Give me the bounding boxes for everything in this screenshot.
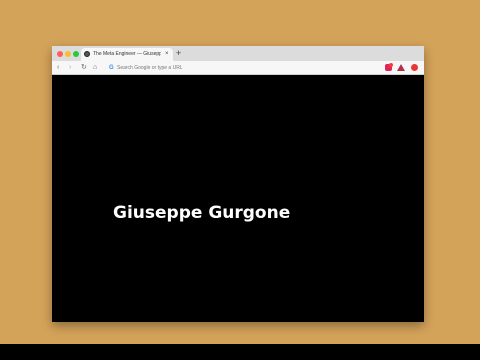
triangle-icon (397, 64, 405, 71)
screen: The Meta Engineer — Giuseppe × + ‹ › ↻ ⌂… (0, 0, 480, 360)
globe-icon (84, 51, 90, 57)
tab-title: The Meta Engineer — Giuseppe (93, 51, 161, 57)
triangle-extension-icon[interactable] (397, 64, 405, 72)
heart-extension-icon[interactable] (385, 63, 393, 72)
page-heading: Giuseppe Gurgone (113, 203, 291, 223)
forward-icon[interactable]: › (69, 62, 71, 73)
reload-icon[interactable]: ↻ (81, 62, 87, 73)
google-icon: G (109, 65, 114, 71)
address-input[interactable] (117, 63, 367, 73)
address-bar[interactable]: G (105, 63, 375, 73)
tab-close-icon[interactable]: × (165, 50, 169, 59)
red-circle-icon (411, 64, 418, 71)
browser-window: The Meta Engineer — Giuseppe × + ‹ › ↻ ⌂… (52, 46, 424, 322)
new-tab-button[interactable]: + (176, 48, 181, 59)
home-icon[interactable]: ⌂ (93, 62, 97, 73)
window-maximize-button[interactable] (73, 51, 79, 57)
tab-strip: The Meta Engineer — Giuseppe × + (52, 46, 424, 61)
back-icon[interactable]: ‹ (57, 62, 59, 73)
notification-dot-icon (389, 63, 393, 67)
browser-toolbar: ‹ › ↻ ⌂ G (52, 61, 424, 75)
tab-active[interactable]: The Meta Engineer — Giuseppe × (81, 48, 173, 61)
red-circle-extension-icon[interactable] (411, 64, 419, 72)
page-viewport: Giuseppe Gurgone (52, 75, 424, 322)
window-minimize-button[interactable] (65, 51, 71, 57)
window-close-button[interactable] (57, 51, 63, 57)
